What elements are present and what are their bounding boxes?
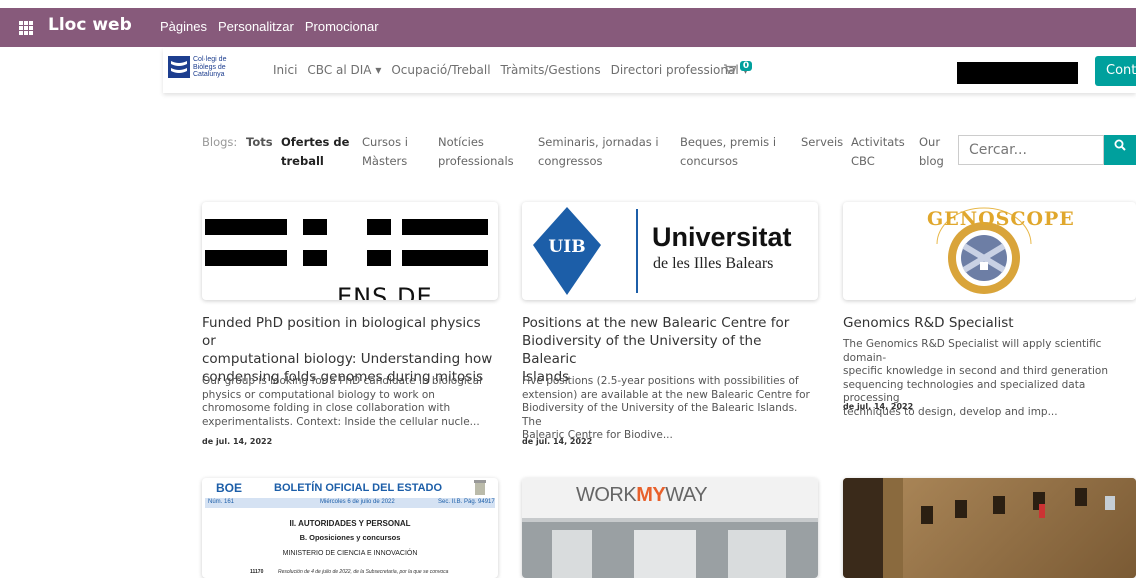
post-image-building[interactable] [843,478,1136,578]
search-input[interactable]: Cercar... [958,135,1104,165]
nav-cbc-al-dia[interactable]: CBC al DIA ▾ [307,63,381,77]
filter-grants[interactable]: Beques, premis i concursos [680,133,776,171]
boe-item-text: Resolución de 4 de julio de 2022, de la … [278,569,449,575]
uib-subtitle: de les Illes Balears [653,255,774,272]
contact-button[interactable]: Conta [1095,56,1136,86]
nav-ocupacio[interactable]: Ocupació/Treball [391,63,490,77]
boe-date: Miércoles 6 de julio de 2022 [320,499,395,505]
logo-emblem [168,56,190,78]
post-image-workmyway[interactable]: WORKMYWAY [522,478,818,578]
search-icon [1114,139,1126,151]
boe-section: II. AUTORIDADES Y PERSONAL [289,519,411,528]
site-navbar: Col·legi de Biòlegs de Catalunya Inici C… [163,48,1136,93]
menu-promote[interactable]: Promocionar [305,19,379,34]
app-brand[interactable]: Lloc web [48,15,132,35]
post-image-boe[interactable]: BOE BOLETÍN OFICIAL DEL ESTADO Núm. 161 … [202,478,498,578]
filter-seminars[interactable]: Seminaris, jornadas i congressos [538,133,659,171]
workmyway-logo: WORKMYWAY [576,484,708,506]
boe-page: Sec. II.B. Pág. 94917 [438,499,495,505]
redacted-block [957,62,1078,84]
uib-logo-text: UIB [548,237,586,257]
main-nav: Inici CBC al DIA ▾ Ocupació/Treball Tràm… [273,63,749,77]
cart-count-badge: 0 [739,61,753,71]
logo-text: Col·legi de Biòlegs de Catalunya [193,56,227,78]
post-date: de jul. 14, 2022 [843,402,914,411]
filter-our-blog[interactable]: Our blog [919,133,944,171]
coat-of-arms-icon [474,480,486,495]
cart-icon [724,63,737,74]
post-date: de jul. 14, 2022 [522,437,593,446]
apps-grid-icon[interactable] [19,21,33,35]
boe-logo: BOE [216,481,243,495]
menu-customize[interactable]: Personalitzar [218,19,294,34]
admin-topbar: Lloc web Pàgines Personalitzar Promocion… [0,8,1136,47]
menu-pages[interactable]: Pàgines [160,19,207,34]
post-image-uib[interactable]: UIB Universitat de les Illes Balears [522,202,818,300]
boe-header-title: BOLETÍN OFICIAL DEL ESTADO [274,482,443,494]
filter-services[interactable]: Serveis [801,133,843,152]
post-image-genoscope[interactable]: GENOSCOPE [843,202,1136,300]
nav-home[interactable]: Inici [273,63,297,77]
filter-news[interactable]: Notícies professionals [438,133,514,171]
post-teaser: Five positions (2.5-year positions with … [522,375,810,441]
search-button[interactable] [1104,135,1136,165]
nav-tramits[interactable]: Tràmits/Gestions [501,63,601,77]
filter-activities[interactable]: Activitats CBC [851,133,905,171]
admin-menu: Pàgines Personalitzar Promocionar [160,19,379,34]
boe-ministry: MINISTERIO DE CIENCIA E INNOVACIÓN [282,550,418,557]
post-image-ens-lyon[interactable]: ENS DE LYON [202,202,498,300]
uib-title: Universitat [652,222,792,252]
blogs-label: Blogs: [202,135,238,149]
post-date: de jul. 14, 2022 [202,437,273,446]
genoscope-logo-text: GENOSCOPE [927,208,1075,230]
boe-subsection: B. Oposiciones y concursos [299,533,401,542]
ens-lyon-logo-text: ENS DE LYON [337,283,433,300]
filter-courses[interactable]: Cursos i Màsters [362,133,408,171]
post-title[interactable]: Genomics R&D Specialist [843,314,1136,332]
post-teaser: Our group is looking for a PhD candidate… [202,375,482,428]
filter-job-offers[interactable]: Ofertes de treball [281,133,349,171]
cart-link[interactable]: 0 [724,61,753,75]
filter-all[interactable]: Tots [246,133,273,152]
uib-divider [636,209,638,293]
boe-number: Núm. 161 [208,499,235,505]
site-logo[interactable]: Col·legi de Biòlegs de Catalunya [168,56,238,86]
boe-item-number: 11170 [250,569,264,575]
